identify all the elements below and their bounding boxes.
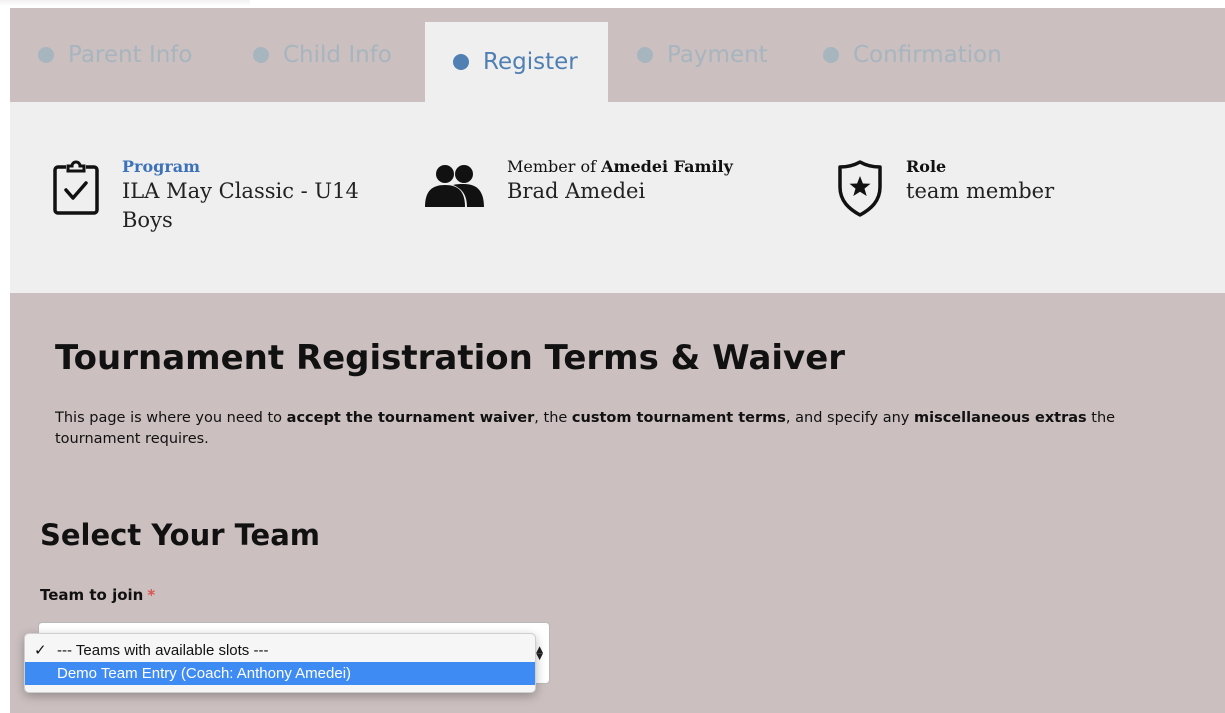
- step-label: Parent Info: [68, 42, 193, 68]
- program-info: Program ILA May Classic - U14 Boys: [52, 157, 372, 235]
- team-dropdown-menu: ✓ --- Teams with available slots --- Dem…: [24, 633, 536, 693]
- step-dot-icon: [823, 47, 839, 63]
- step-label: Payment: [667, 42, 768, 68]
- select-arrows-icon: ▲ ▼: [536, 645, 543, 662]
- step-label: Child Info: [283, 42, 392, 68]
- users-icon: [423, 163, 485, 211]
- step-label: Confirmation: [853, 42, 1002, 68]
- intro-emphasis: miscellaneous extras: [914, 410, 1087, 426]
- intro-text: This page is where you need to accept th…: [55, 408, 1185, 450]
- intro-segment: , the: [534, 410, 572, 426]
- role-text: Role team member: [906, 157, 1054, 206]
- step-dot-icon: [453, 54, 469, 70]
- step-register[interactable]: Register: [425, 22, 608, 102]
- role-info: Role team member: [836, 157, 1054, 221]
- registration-summary: Program ILA May Classic - U14 Boys Membe…: [10, 102, 1225, 293]
- role-label: Role: [906, 157, 947, 176]
- step-dot-icon: [253, 47, 269, 63]
- top-edge: [0, 0, 1225, 8]
- step-label: Register: [483, 49, 578, 75]
- team-field-label-text: Team to join: [40, 586, 144, 604]
- registration-frame: Parent Info Child Info Register Payment …: [10, 8, 1225, 713]
- intro-emphasis: accept the tournament waiver: [286, 410, 535, 426]
- option-label: Demo Team Entry (Coach: Anthony Amedei): [57, 665, 352, 682]
- program-label: Program: [122, 157, 201, 176]
- step-parent-info[interactable]: Parent Info: [38, 8, 192, 102]
- step-payment[interactable]: Payment: [637, 8, 768, 102]
- intro-segment: , and specify any: [785, 410, 914, 426]
- option-label: --- Teams with available slots ---: [57, 642, 269, 659]
- team-field-label: Team to join *: [40, 586, 155, 604]
- section-title: Select Your Team: [40, 518, 321, 552]
- family-name: Amedei Family: [601, 157, 733, 176]
- clipboard-check-icon: [52, 157, 100, 221]
- shield-star-icon: [836, 159, 884, 221]
- step-dot-icon: [637, 47, 653, 63]
- program-value: ILA May Classic - U14 Boys: [122, 179, 359, 232]
- step-confirmation[interactable]: Confirmation: [823, 8, 1002, 102]
- member-text: Member of Amedei Family Brad Amedei: [507, 157, 733, 206]
- checkmark-icon: ✓: [34, 642, 47, 659]
- member-info: Member of Amedei Family Brad Amedei: [423, 157, 733, 211]
- role-value: team member: [906, 179, 1055, 203]
- top-edge-shadow: [0, 0, 250, 6]
- required-marker: *: [147, 586, 156, 604]
- progress-steps: Parent Info Child Info Register Payment …: [10, 8, 1225, 102]
- page-title: Tournament Registration Terms & Waiver: [55, 338, 846, 378]
- program-text: Program ILA May Classic - U14 Boys: [122, 157, 372, 235]
- member-prefix: Member of: [507, 157, 597, 176]
- member-of-line: Member of Amedei Family: [507, 157, 733, 177]
- step-dot-icon: [38, 47, 54, 63]
- dropdown-option-demo-team[interactable]: Demo Team Entry (Coach: Anthony Amedei): [25, 662, 535, 685]
- member-name: Brad Amedei: [507, 179, 646, 203]
- intro-segment: This page is where you need to: [55, 410, 287, 426]
- intro-emphasis: custom tournament terms: [571, 410, 786, 426]
- step-child-info[interactable]: Child Info: [253, 8, 392, 102]
- dropdown-option-placeholder[interactable]: ✓ --- Teams with available slots ---: [25, 639, 535, 662]
